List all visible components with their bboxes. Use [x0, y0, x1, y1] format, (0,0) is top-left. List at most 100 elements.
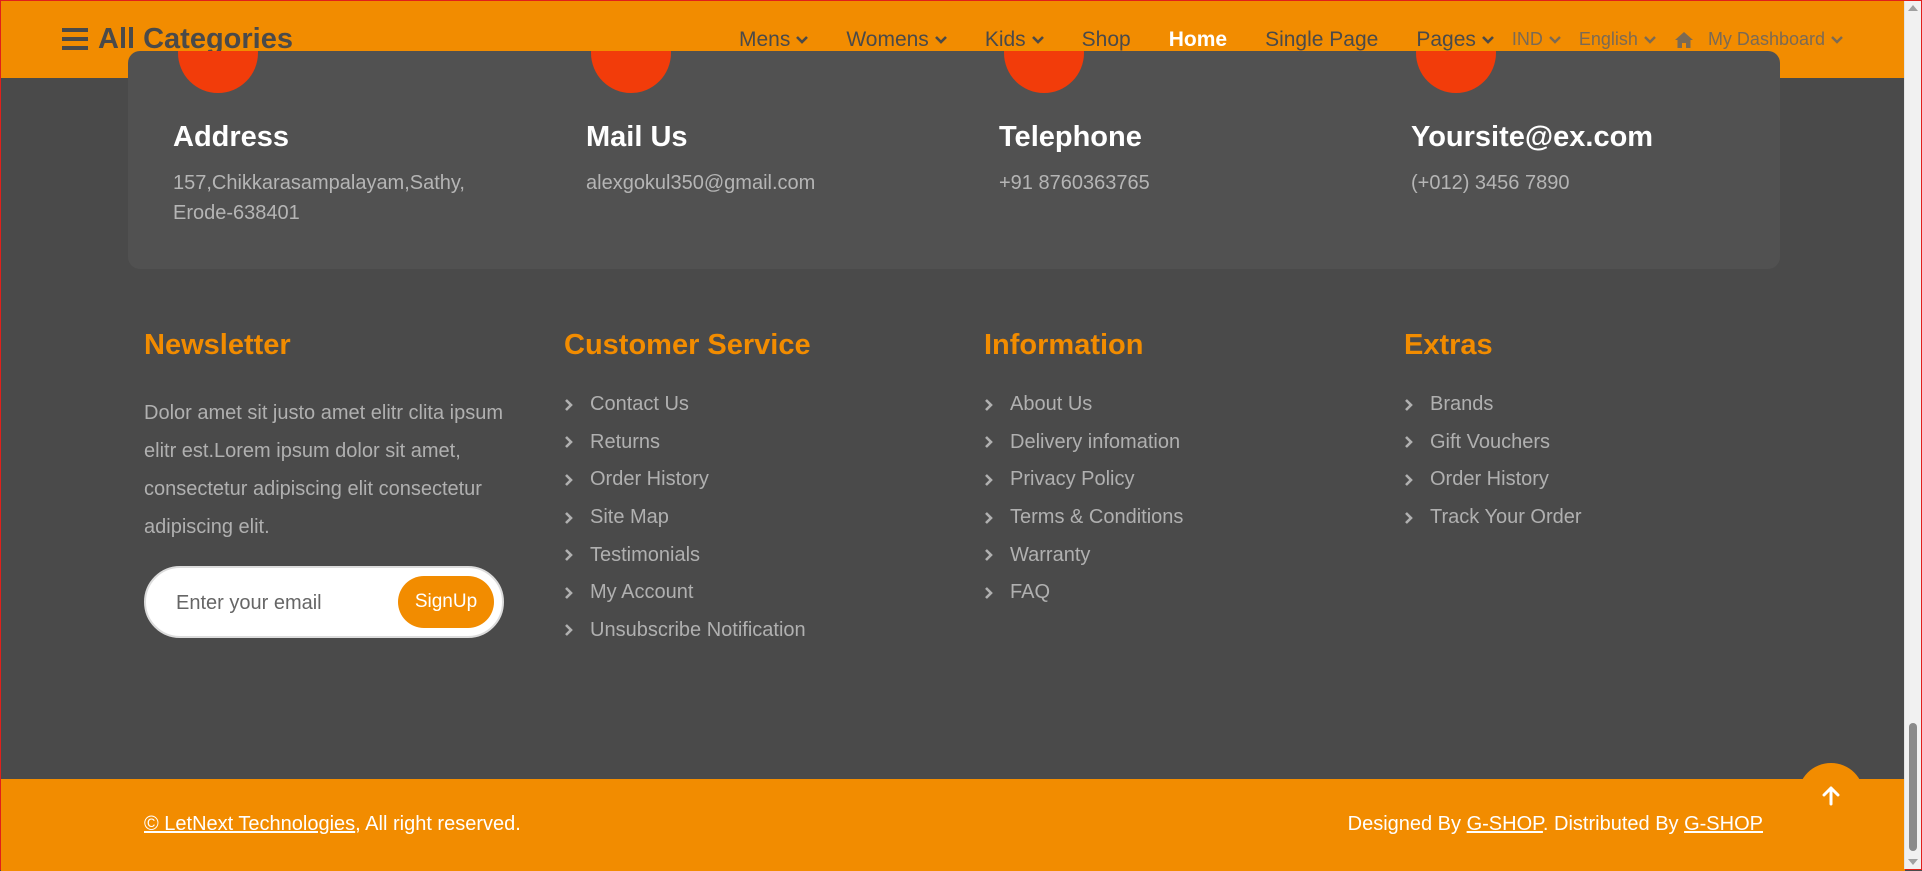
email-input[interactable]: [174, 584, 378, 622]
chevron-right-icon: [565, 549, 573, 562]
footer-link-privacy[interactable]: Privacy Policy: [984, 461, 1183, 499]
link-label: Order History: [1430, 468, 1549, 491]
newsletter-text: Dolor amet sit justo amet elitr clita ip…: [144, 402, 504, 538]
chevron-right-icon: [1405, 436, 1413, 449]
contact-mail: Mail Us alexgokul350@gmail.com: [586, 121, 815, 198]
chevron-right-icon: [565, 474, 573, 486]
address-line-2: Erode-638401: [173, 202, 300, 224]
link-label: Delivery infomation: [1010, 430, 1181, 453]
page-scrollbar[interactable]: [1904, 1, 1921, 869]
credits: Designed By G-SHOP. Distributed By G-SHO…: [1348, 813, 1763, 836]
web-icon-circle: [1416, 51, 1496, 93]
language-select[interactable]: English: [1579, 29, 1656, 50]
footer-link-order-history[interactable]: Order History: [564, 461, 811, 499]
chevron-down-icon: [934, 35, 947, 44]
contact-telephone: Telephone +91 8760363765: [999, 121, 1150, 198]
address-icon-circle: [178, 51, 258, 93]
footer-link-site-map[interactable]: Site Map: [564, 499, 811, 537]
distributed-by-label: . Distributed By: [1542, 813, 1685, 835]
nav-kids-label: Kids: [984, 27, 1026, 51]
chevron-right-icon: [985, 398, 993, 411]
distributor-link[interactable]: G-SHOP: [1684, 813, 1763, 835]
link-label: Unsubscribe Notification: [590, 618, 806, 641]
contact-title: Mail Us: [586, 121, 688, 153]
nav-mens[interactable]: Mens: [738, 27, 809, 52]
nav-kids[interactable]: Kids: [985, 28, 1044, 52]
contact-title: Address: [173, 121, 290, 153]
chevron-right-icon: [565, 511, 573, 524]
footer-link-track-order[interactable]: Track Your Order: [1404, 499, 1582, 537]
chevron-right-icon: [1405, 474, 1413, 486]
link-label: Returns: [590, 430, 661, 453]
contact-address: Address 157,Chikkarasampalayam,Sathy, Er…: [173, 121, 465, 228]
link-label: Contact Us: [590, 393, 689, 416]
customer-service-column: Customer Service Contact Us Returns Orde…: [564, 329, 811, 649]
contact-value[interactable]: +91 8760363765: [999, 168, 1150, 198]
scroll-up-arrow[interactable]: [1908, 5, 1918, 11]
link-label: Warranty: [1010, 543, 1091, 566]
footer-link-gift-vouchers[interactable]: Gift Vouchers: [1404, 424, 1582, 462]
nav-mens-label: Mens: [738, 27, 791, 51]
contact-panel: Address 157,Chikkarasampalayam,Sathy, Er…: [128, 51, 1780, 269]
nav-pages[interactable]: Pages: [1416, 28, 1494, 52]
currency-select[interactable]: IND: [1512, 29, 1561, 50]
footer-link-terms[interactable]: Terms & Conditions: [984, 499, 1183, 537]
footer-link-delivery[interactable]: Delivery infomation: [984, 424, 1183, 462]
currency-label: IND: [1511, 29, 1543, 49]
chevron-right-icon: [1405, 398, 1413, 411]
designed-by-label: Designed By: [1347, 813, 1467, 835]
chevron-right-icon: [985, 586, 993, 599]
chevron-right-icon: [985, 474, 993, 486]
copyright-link[interactable]: © LetNext Technologies: [144, 813, 355, 835]
nav-home-label: Home: [1168, 27, 1228, 51]
footer-link-unsubscribe[interactable]: Unsubscribe Notification: [564, 612, 811, 650]
footer-link-extras-order-history[interactable]: Order History: [1404, 461, 1582, 499]
footer-link-returns[interactable]: Returns: [564, 424, 811, 462]
contact-title: Yoursite@ex.com: [1411, 121, 1654, 153]
chevron-right-icon: [565, 586, 573, 599]
footer-link-about-us[interactable]: About Us: [984, 386, 1183, 424]
nav-home[interactable]: Home: [1169, 28, 1227, 52]
nav-single-page[interactable]: Single Page: [1265, 28, 1378, 52]
chevron-right-icon: [985, 511, 993, 524]
nav-pages-label: Pages: [1416, 27, 1476, 51]
scroll-down-arrow[interactable]: [1908, 859, 1918, 865]
chevron-down-icon: [1831, 35, 1843, 44]
nav-womens-label: Womens: [846, 27, 929, 51]
link-label: Site Map: [590, 506, 669, 529]
footer-link-my-account[interactable]: My Account: [564, 574, 811, 612]
chevron-down-icon: [1644, 35, 1656, 44]
contact-website: Yoursite@ex.com (+012) 3456 7890: [1411, 121, 1653, 198]
address-line-1: 157,Chikkarasampalayam,Sathy,: [173, 172, 465, 194]
nav-shop[interactable]: Shop: [1082, 28, 1131, 52]
footer-link-testimonials[interactable]: Testimonials: [564, 536, 811, 574]
contact-value: 157,Chikkarasampalayam,Sathy, Erode-6384…: [173, 168, 465, 228]
chevron-down-icon: [1549, 35, 1561, 44]
link-label: About Us: [1010, 393, 1093, 416]
link-label: Privacy Policy: [1010, 468, 1135, 491]
link-label: Track Your Order: [1430, 506, 1582, 529]
nav-shop-label: Shop: [1081, 27, 1131, 51]
designer-link[interactable]: G-SHOP: [1467, 813, 1543, 835]
back-to-top-button[interactable]: [1798, 763, 1864, 829]
dashboard-menu[interactable]: My Dashboard: [1674, 29, 1843, 50]
footer-link-brands[interactable]: Brands: [1404, 386, 1582, 424]
contact-value[interactable]: alexgokul350@gmail.com: [586, 168, 815, 198]
footer-link-warranty[interactable]: Warranty: [984, 536, 1183, 574]
chevron-right-icon: [985, 436, 993, 449]
footer-link-contact-us[interactable]: Contact Us: [564, 386, 811, 424]
chevron-down-icon: [796, 35, 809, 44]
bars-icon: [62, 28, 88, 50]
signup-button[interactable]: SignUp: [398, 576, 494, 628]
contact-value: (+012) 3456 7890: [1411, 172, 1570, 194]
newsletter-signup-form: SignUp: [144, 566, 504, 638]
link-label: Gift Vouchers: [1430, 430, 1551, 453]
nav-womens[interactable]: Womens: [846, 27, 947, 52]
footer-bottom-bar: © LetNext Technologies, All right reserv…: [1, 779, 1905, 871]
extras-column: Extras Brands Gift Vouchers Order Histor…: [1404, 329, 1582, 536]
customer-service-title: Customer Service: [564, 329, 811, 361]
footer-link-faq[interactable]: FAQ: [984, 574, 1183, 612]
chevron-right-icon: [985, 549, 993, 562]
information-column: Information About Us Delivery infomation…: [984, 329, 1183, 612]
scrollbar-thumb[interactable]: [1909, 723, 1917, 851]
